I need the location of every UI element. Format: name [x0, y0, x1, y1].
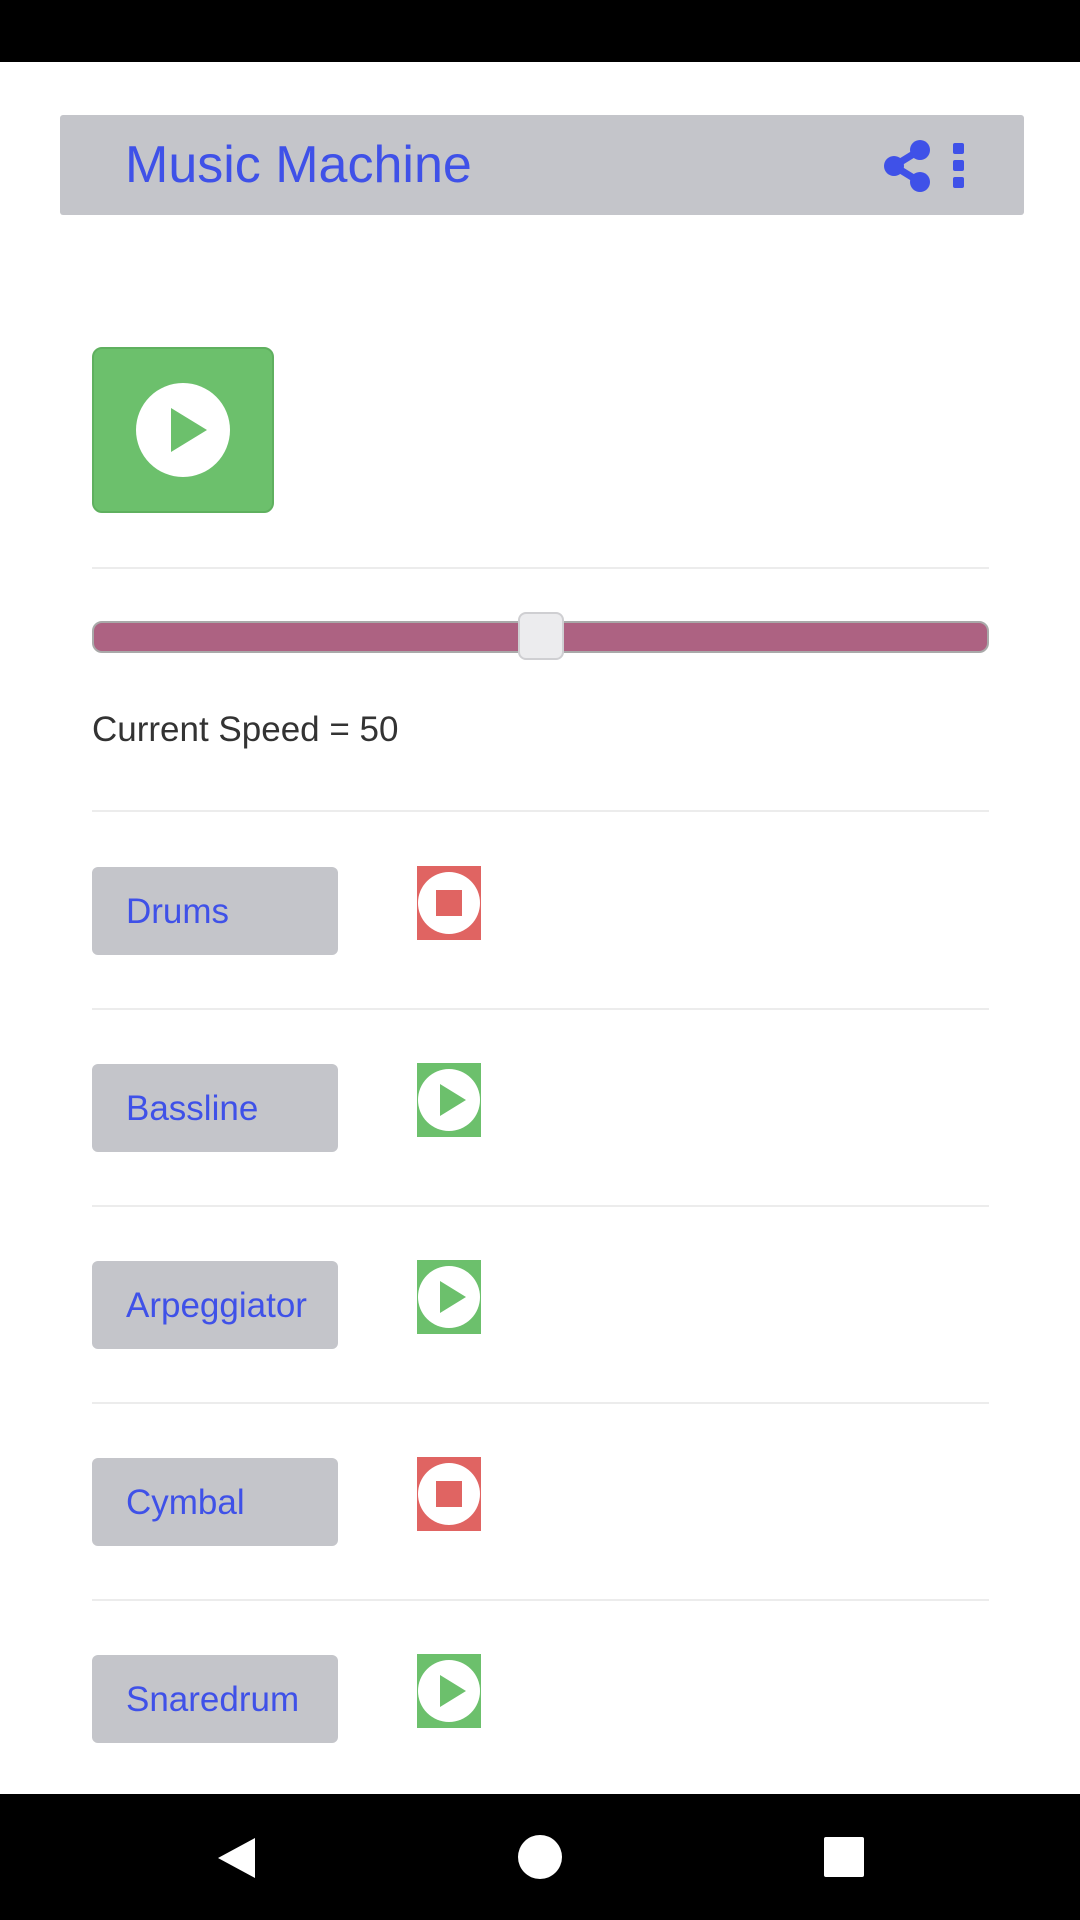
app-title: Music Machine: [125, 136, 472, 194]
share-icon[interactable]: [880, 138, 936, 194]
more-vert-icon[interactable]: [942, 138, 978, 194]
divider: [92, 567, 989, 569]
track-row-bassline: Bassline: [0, 1063, 1080, 1184]
play-circle-icon: [136, 383, 230, 477]
track-row-arpeggiator: Arpeggiator: [0, 1260, 1080, 1381]
track-row-cymbal: Cymbal: [0, 1457, 1080, 1578]
back-triangle-icon[interactable]: [175, 1794, 295, 1920]
track-row-snaredrum: Snaredrum: [0, 1654, 1080, 1775]
track-label: Arpeggiator: [126, 1286, 307, 1325]
track-button-arpeggiator[interactable]: Arpeggiator: [92, 1261, 338, 1349]
slider-thumb[interactable]: [517, 612, 564, 660]
divider: [92, 1205, 989, 1207]
stop-circle-icon: [418, 872, 480, 934]
track-label: Drums: [126, 892, 230, 931]
current-speed-label: Current Speed = 50: [92, 710, 399, 749]
main-play-button[interactable]: [92, 347, 274, 513]
track-label: Cymbal: [126, 1483, 245, 1522]
stop-circle-icon: [418, 1463, 480, 1525]
track-button-drums[interactable]: Drums: [92, 867, 338, 955]
play-circle-icon: [418, 1069, 480, 1131]
divider: [92, 1599, 989, 1601]
track-button-cymbal[interactable]: Cymbal: [92, 1458, 338, 1546]
track-row-drums: Drums: [0, 866, 1080, 987]
divider: [92, 1402, 989, 1404]
play-circle-icon: [418, 1660, 480, 1722]
play-toggle-snaredrum[interactable]: [417, 1654, 481, 1728]
stop-toggle-cymbal[interactable]: [417, 1457, 481, 1531]
navigation-bar: [0, 1794, 1080, 1920]
play-toggle-arpeggiator[interactable]: [417, 1260, 481, 1334]
stop-toggle-drums[interactable]: [417, 866, 481, 940]
app-toolbar: Music Machine: [60, 115, 1024, 215]
status-bar: [0, 0, 1080, 62]
divider: [92, 1008, 989, 1010]
recents-square-icon[interactable]: [784, 1794, 904, 1920]
play-toggle-bassline[interactable]: [417, 1063, 481, 1137]
divider: [92, 810, 989, 812]
track-button-snaredrum[interactable]: Snaredrum: [92, 1655, 338, 1743]
play-circle-icon: [418, 1266, 480, 1328]
home-circle-icon[interactable]: [480, 1794, 600, 1920]
track-label: Bassline: [126, 1089, 259, 1128]
track-button-bassline[interactable]: Bassline: [92, 1064, 338, 1152]
track-label: Snaredrum: [126, 1680, 300, 1719]
speed-slider[interactable]: [92, 612, 989, 660]
